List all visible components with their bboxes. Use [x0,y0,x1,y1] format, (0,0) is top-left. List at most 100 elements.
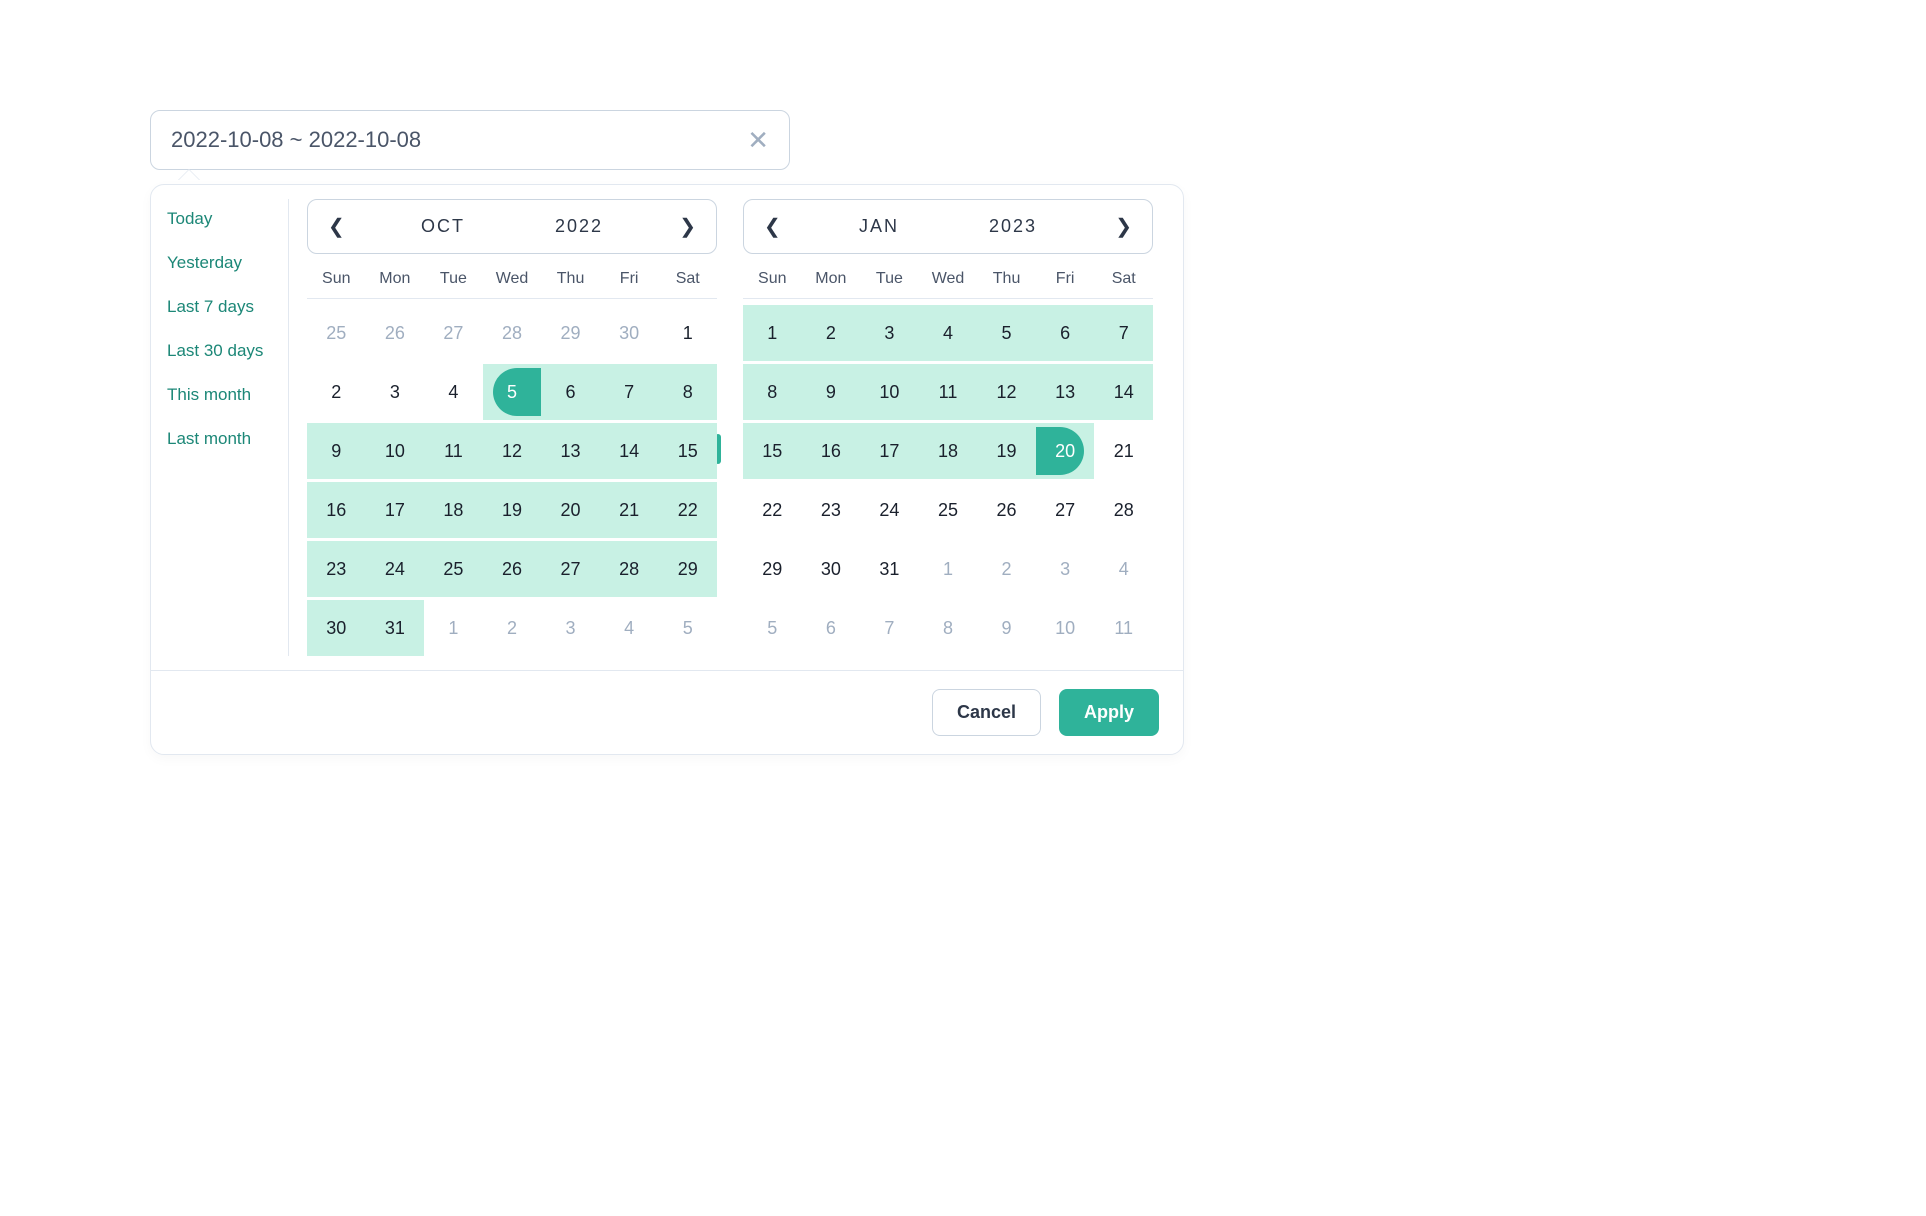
day-cell[interactable]: 17 [366,482,425,538]
day-cell[interactable]: 25 [919,482,978,538]
day-cell[interactable]: 21 [1094,423,1153,479]
day-cell[interactable]: 23 [307,541,366,597]
day-cell[interactable]: 19 [977,423,1036,479]
day-cell[interactable]: 30 [600,305,659,361]
day-cell[interactable]: 6 [541,364,600,420]
day-cell[interactable]: 7 [1094,305,1153,361]
day-cell[interactable]: 5 [743,600,802,656]
preset-last-month[interactable]: Last month [167,429,288,449]
day-cell[interactable]: 18 [919,423,978,479]
day-cell[interactable]: 3 [541,600,600,656]
day-cell[interactable]: 18 [424,482,483,538]
day-cell[interactable]: 1 [919,541,978,597]
day-cell[interactable]: 26 [366,305,425,361]
day-cell[interactable]: 25 [307,305,366,361]
day-cell[interactable]: 17 [860,423,919,479]
day-cell[interactable]: 5 [977,305,1036,361]
day-cell[interactable]: 28 [600,541,659,597]
day-cell[interactable]: 16 [802,423,861,479]
chevron-left-icon[interactable]: ❮ [324,214,349,239]
day-cell[interactable]: 4 [919,305,978,361]
apply-button[interactable]: Apply [1059,689,1159,736]
day-cell[interactable]: 12 [483,423,542,479]
day-cell[interactable]: 31 [860,541,919,597]
day-cell[interactable]: 2 [802,305,861,361]
day-cell[interactable]: 14 [1094,364,1153,420]
day-cell[interactable]: 27 [1036,482,1095,538]
right-year-label[interactable]: 2023 [989,216,1037,237]
day-cell[interactable]: 11 [1094,600,1153,656]
day-cell[interactable]: 15 [658,423,717,479]
left-month-label[interactable]: OCT [421,216,465,237]
preset-last-7-days[interactable]: Last 7 days [167,297,288,317]
day-cell[interactable]: 20 [541,482,600,538]
preset-this-month[interactable]: This month [167,385,288,405]
day-cell[interactable]: 11 [919,364,978,420]
day-cell[interactable]: 3 [1036,541,1095,597]
day-cell[interactable]: 10 [366,423,425,479]
day-cell[interactable]: 3 [860,305,919,361]
cancel-button[interactable]: Cancel [932,689,1041,736]
day-cell[interactable]: 5 [658,600,717,656]
clear-icon[interactable]: ✕ [747,127,769,153]
day-cell[interactable]: 21 [600,482,659,538]
day-cell[interactable]: 4 [600,600,659,656]
day-cell[interactable]: 10 [860,364,919,420]
day-cell[interactable]: 13 [1036,364,1095,420]
day-cell[interactable]: 14 [600,423,659,479]
day-cell[interactable]: 9 [977,600,1036,656]
day-cell[interactable]: 29 [743,541,802,597]
day-cell[interactable]: 6 [802,600,861,656]
day-cell[interactable]: 2 [483,600,542,656]
day-cell[interactable]: 22 [743,482,802,538]
preset-today[interactable]: Today [167,209,288,229]
day-cell[interactable]: 1 [658,305,717,361]
chevron-right-icon[interactable]: ❯ [675,214,700,239]
day-cell[interactable]: 5 [483,364,542,420]
day-cell[interactable]: 26 [977,482,1036,538]
day-cell[interactable]: 4 [1094,541,1153,597]
day-cell[interactable]: 6 [1036,305,1095,361]
day-cell[interactable]: 30 [802,541,861,597]
day-cell[interactable]: 4 [424,364,483,420]
day-cell[interactable]: 10 [1036,600,1095,656]
day-cell[interactable]: 19 [483,482,542,538]
day-cell[interactable]: 29 [541,305,600,361]
day-cell[interactable]: 9 [307,423,366,479]
left-year-label[interactable]: 2022 [555,216,603,237]
day-cell[interactable]: 7 [860,600,919,656]
day-cell[interactable]: 24 [366,541,425,597]
day-cell[interactable]: 7 [600,364,659,420]
chevron-left-icon[interactable]: ❮ [760,214,785,239]
day-cell[interactable]: 1 [743,305,802,361]
day-cell[interactable]: 31 [366,600,425,656]
day-cell[interactable]: 2 [307,364,366,420]
day-cell[interactable]: 26 [483,541,542,597]
day-cell[interactable]: 29 [658,541,717,597]
day-cell[interactable]: 13 [541,423,600,479]
day-cell[interactable]: 24 [860,482,919,538]
preset-yesterday[interactable]: Yesterday [167,253,288,273]
chevron-right-icon[interactable]: ❯ [1111,214,1136,239]
day-cell[interactable]: 3 [366,364,425,420]
day-cell[interactable]: 9 [802,364,861,420]
day-cell[interactable]: 23 [802,482,861,538]
preset-last-30-days[interactable]: Last 30 days [167,341,288,361]
day-cell[interactable]: 20 [1036,423,1095,479]
day-cell[interactable]: 8 [919,600,978,656]
day-cell[interactable]: 25 [424,541,483,597]
day-cell[interactable]: 16 [307,482,366,538]
day-cell[interactable]: 28 [1094,482,1153,538]
day-cell[interactable]: 8 [743,364,802,420]
day-cell[interactable]: 22 [658,482,717,538]
right-month-label[interactable]: JAN [859,216,899,237]
day-cell[interactable]: 28 [483,305,542,361]
day-cell[interactable]: 1 [424,600,483,656]
day-cell[interactable]: 8 [658,364,717,420]
day-cell[interactable]: 27 [424,305,483,361]
day-cell[interactable]: 11 [424,423,483,479]
day-cell[interactable]: 2 [977,541,1036,597]
day-cell[interactable]: 12 [977,364,1036,420]
day-cell[interactable]: 27 [541,541,600,597]
day-cell[interactable]: 15 [743,423,802,479]
